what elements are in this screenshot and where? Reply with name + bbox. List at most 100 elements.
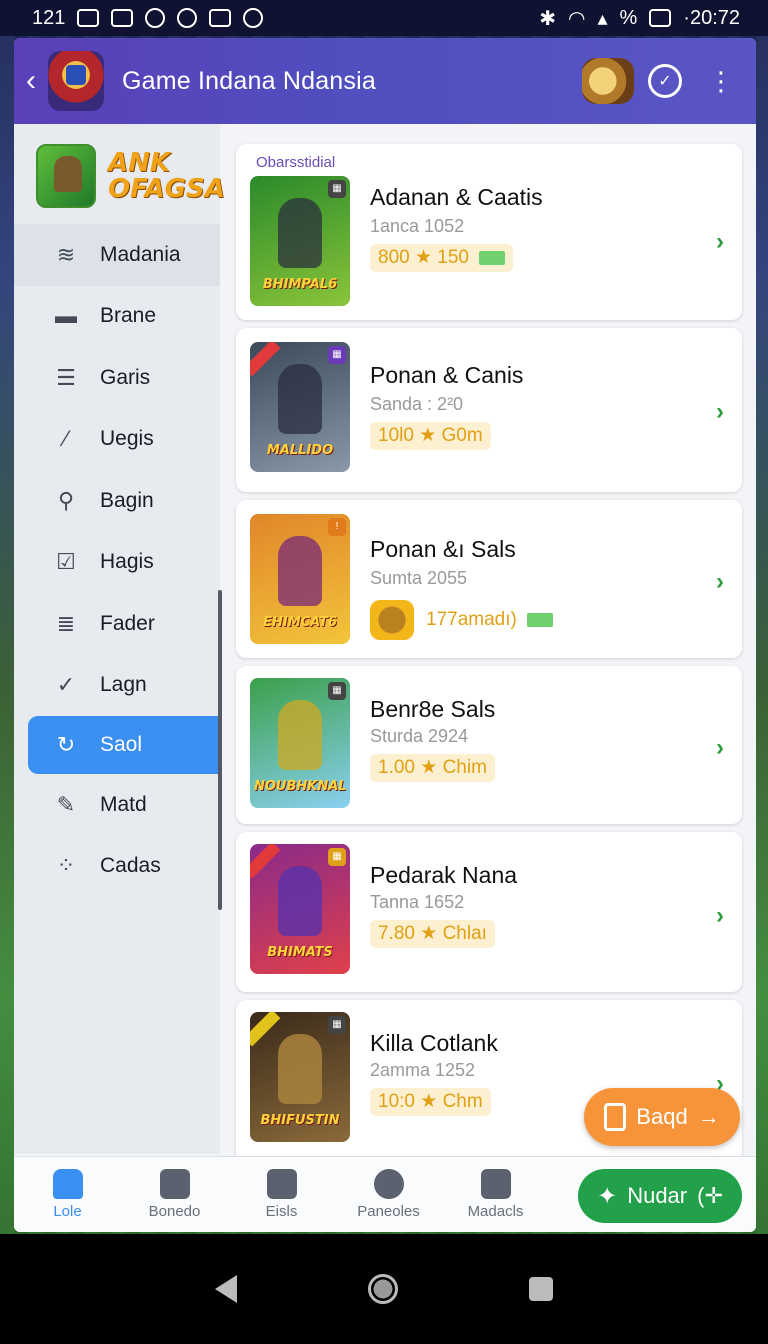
- badge-icon: ▦: [328, 346, 346, 364]
- badge-icon: ▦: [328, 682, 346, 700]
- list-item[interactable]: Obarsstidial ▦ BHIMPAL6 Adanan & Caatis …: [236, 144, 742, 320]
- sidebar-item-fader[interactable]: ≣ Fader: [14, 593, 220, 655]
- home-icon: [52, 1169, 83, 1199]
- tab-label: Lole: [53, 1203, 82, 1220]
- thumbnail-caption: NOUBHKNAL: [254, 779, 346, 794]
- list-item[interactable]: ▦ MALLIDO Ponan & Canis Sanda : 2²0 10l0…: [236, 328, 742, 492]
- cash-icon: [526, 613, 553, 627]
- list-item[interactable]: ! EHIMCAT6 Ponan &ı Sals Sumta 2055 177a…: [236, 500, 742, 658]
- list-icon: ☰: [56, 364, 76, 390]
- character-figure: [278, 198, 322, 268]
- tab-madacls[interactable]: Madacls: [442, 1169, 549, 1220]
- game-meta-text: 10l0 ★ G0m: [378, 425, 483, 446]
- game-thumbnail: ▦ MALLIDO: [250, 342, 350, 472]
- nudar-button[interactable]: ✦ Nudar (✛: [578, 1169, 742, 1223]
- sidebar-item-label: Bagin: [100, 488, 154, 512]
- plus-arrow-icon: (✛: [697, 1183, 723, 1208]
- status-bar: 121 ✱ ◠ ▴ % ·20:72: [0, 0, 768, 36]
- game-meta-text: 1.00 ★ Chim: [378, 757, 487, 778]
- chevron-right-icon[interactable]: ›: [716, 398, 724, 426]
- baqd-button[interactable]: Baqd →: [584, 1088, 740, 1146]
- badge-icon: !: [328, 518, 346, 536]
- game-thumbnail: ▦ NOUBHKNAL: [250, 678, 350, 808]
- android-home-icon[interactable]: [367, 1274, 398, 1304]
- chevron-right-icon[interactable]: ›: [716, 568, 724, 596]
- thumbnail-caption: MALLIDO: [266, 443, 334, 458]
- android-recents-icon[interactable]: [528, 1277, 553, 1301]
- tab-bonedo[interactable]: Bonedo: [121, 1169, 228, 1220]
- sidebar-item-garis[interactable]: ☰ Garis: [14, 347, 220, 409]
- sidebar-item-saol[interactable]: ↻ Saol: [28, 716, 220, 774]
- game-subtitle: Sumta 2055: [370, 568, 468, 588]
- brand-icon: [36, 144, 96, 208]
- list-item[interactable]: ▦ BHIMATS Pedarak Nana Tanna 1652 7.80 ★…: [236, 832, 742, 992]
- stand-icon: ▬: [55, 303, 77, 329]
- game-title: Benr8e Sals: [370, 696, 496, 722]
- signal-icon: ▴: [597, 7, 608, 30]
- brand-line-2: OFAGSA: [108, 174, 225, 204]
- sidebar-item-label: Garis: [100, 365, 151, 389]
- badge-icon: ▦: [328, 848, 346, 866]
- game-thumbnail: ▦ BHIMPAL6: [250, 176, 350, 306]
- cash-icon: [479, 251, 505, 265]
- list-item[interactable]: ▦ NOUBHKNAL Benr8e Sals Sturda 2924 1.00…: [236, 666, 742, 824]
- chevron-right-icon[interactable]: ›: [716, 902, 724, 930]
- sidebar-item-bagin[interactable]: ⚲ Bagin: [14, 470, 220, 532]
- game-meta: 177amadı): [370, 598, 553, 642]
- baqd-button-label: Baqd: [636, 1104, 688, 1129]
- nudar-button-label: Nudar: [627, 1183, 688, 1208]
- sidebar-item-brane[interactable]: ▬ Brane: [14, 286, 220, 348]
- sidebar-item-madania[interactable]: ≋ Madania: [14, 224, 220, 286]
- thumbnail-caption: BHIFUSTIN: [260, 1113, 340, 1128]
- thumbnail-caption: EHIMCAT6: [263, 615, 337, 630]
- sidebar-item-hagis[interactable]: ☑ Hagis: [14, 532, 220, 594]
- game-list: Obarsstidial ▦ BHIMPAL6 Adanan & Caatis …: [236, 144, 742, 1170]
- sidebar-item-matd[interactable]: ✎ Matd: [14, 774, 220, 836]
- game-meta-text: 177amadı): [426, 609, 517, 630]
- android-back-icon[interactable]: [215, 1275, 238, 1303]
- thumbnail-caption: BHIMPAL6: [262, 277, 338, 292]
- character-figure: [278, 700, 322, 770]
- tab-paneoles[interactable]: Paneoles: [335, 1169, 442, 1220]
- chevron-right-icon[interactable]: ›: [716, 734, 724, 762]
- battery-percent: %: [619, 6, 638, 29]
- game-meta-text: 7.80 ★ Chlaı: [378, 923, 487, 944]
- android-nav-bar: [0, 1234, 768, 1344]
- refresh-icon: ↻: [56, 732, 76, 757]
- brand-text: ANK OFAGSA: [108, 150, 225, 202]
- sidebar-item-label: Matd: [100, 792, 147, 816]
- game-logo-icon: [48, 51, 104, 111]
- game-subtitle: Sanda : 2²0: [370, 394, 464, 414]
- sidebar-item-label: Fader: [100, 611, 155, 635]
- castle-icon: [159, 1169, 190, 1199]
- sidebar-item-label: Madania: [100, 242, 181, 266]
- menu-lines-icon: ≋: [56, 241, 76, 267]
- more-vert-icon[interactable]: ⋮: [708, 68, 734, 94]
- treasure-icon[interactable]: [582, 58, 634, 104]
- game-subtitle: Sturda 2924: [370, 726, 469, 746]
- app-icon: [177, 8, 198, 28]
- status-left-text: 121: [32, 6, 66, 29]
- check-icon: ✓: [56, 672, 76, 698]
- tab-lole[interactable]: Lole: [14, 1169, 121, 1220]
- arrow-right-icon: →: [697, 1104, 720, 1129]
- sidebar-item-uegis[interactable]: ⁄ Uegis: [14, 409, 220, 471]
- sidebar: ANK OFAGSA ≋ Madania ▬ Brane ☰ Garis ⁄ U…: [14, 124, 225, 1154]
- game-title: Ponan &ı Sals: [370, 536, 516, 562]
- sidebar-scrollbar[interactable]: [218, 590, 222, 910]
- sidebar-item-lagn[interactable]: ✓ Lagn: [14, 655, 220, 717]
- tab-eisls[interactable]: Eisls: [228, 1169, 335, 1220]
- tab-label: Eisls: [265, 1203, 298, 1220]
- compass-icon: [373, 1169, 404, 1199]
- sparkle-icon: ✦: [597, 1182, 618, 1210]
- sidebar-item-cadas[interactable]: ⁘ Cadas: [14, 836, 220, 898]
- sidebar-item-label: Uegis: [100, 427, 154, 451]
- back-arrow-icon[interactable]: ‹: [16, 64, 46, 98]
- clock-icon[interactable]: ✓: [648, 64, 682, 98]
- section-label: Obarsstidial: [256, 154, 336, 171]
- chevron-right-icon[interactable]: ›: [716, 228, 724, 256]
- page-title: Game Indana Ndansia: [122, 66, 376, 95]
- sidebar-item-label: Saol: [100, 733, 143, 756]
- image-icon: [111, 9, 134, 27]
- game-meta: 1.00 ★ Chim: [370, 754, 495, 782]
